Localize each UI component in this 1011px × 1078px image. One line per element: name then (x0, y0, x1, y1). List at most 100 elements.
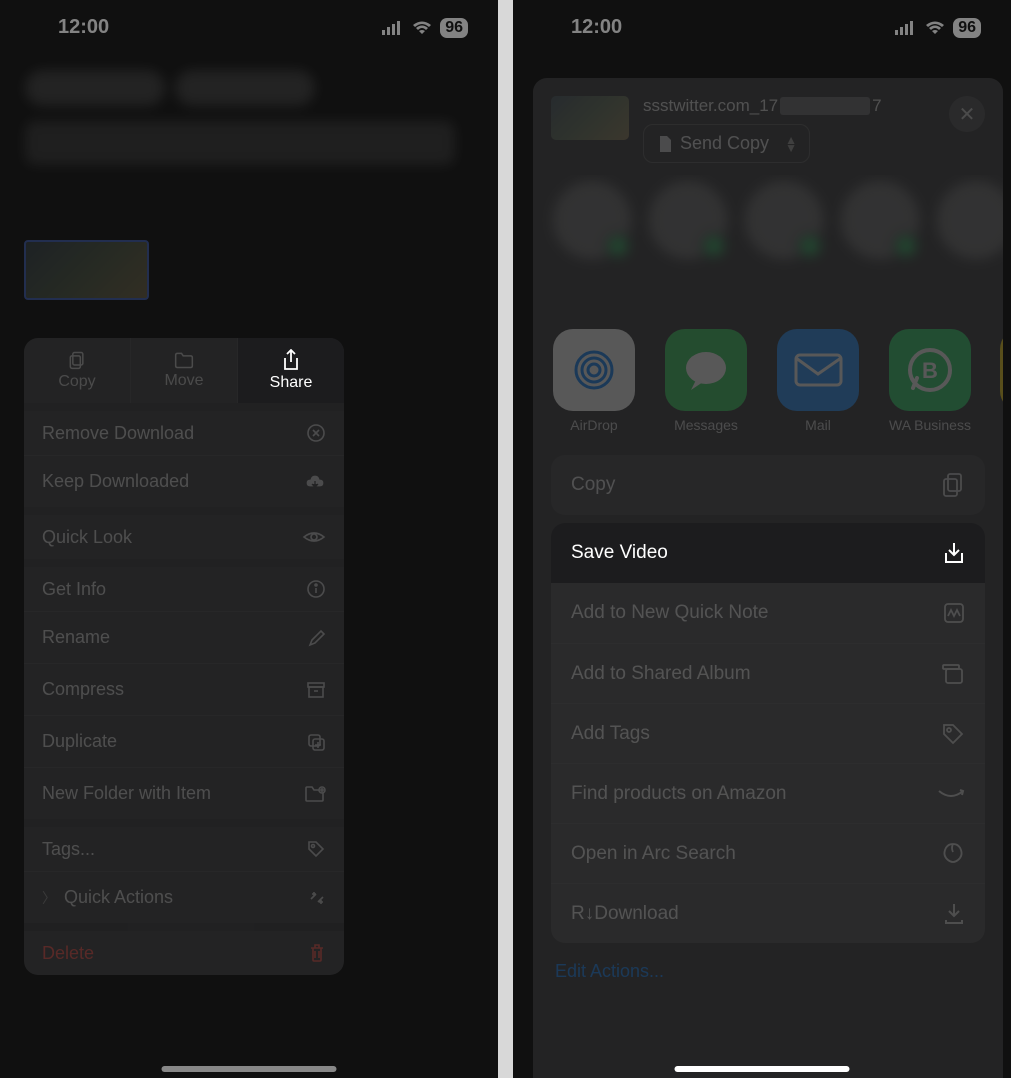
delete-label: Delete (42, 943, 94, 964)
airdrop-app[interactable]: AirDrop (553, 329, 635, 433)
contact-item[interactable] (553, 181, 631, 325)
rename-label: Rename (42, 627, 110, 648)
share-filename: ssstwitter.com_17 7 (643, 96, 882, 116)
airdrop-label: AirDrop (570, 417, 617, 433)
phone-right: 12:00 96 ssstwitter.com_17 7 Send (513, 0, 1011, 1078)
share-label: Share (270, 374, 313, 392)
arc-row[interactable]: Open in Arc Search (551, 823, 985, 883)
messages-icon (665, 329, 747, 411)
contact-item[interactable] (841, 181, 919, 325)
send-copy-label: Send Copy (680, 133, 769, 154)
shared-album-row[interactable]: Add to Shared Album (551, 643, 985, 703)
save-video-icon (943, 541, 965, 565)
messages-label: Messages (674, 417, 738, 433)
quick-actions-row[interactable]: 〉Quick Actions (24, 871, 344, 923)
get-info-row[interactable]: Get Info (24, 559, 344, 611)
wab-label: WA Business (889, 417, 971, 433)
tag-icon (306, 839, 326, 859)
amazon-icon (937, 787, 965, 801)
rdownload-row[interactable]: R↓Download (551, 883, 985, 943)
wa-business-app[interactable]: B WA Business (889, 329, 971, 433)
mail-app[interactable]: Mail (777, 329, 859, 433)
phone-left: 12:00 96 Copy Move Sh (0, 0, 498, 1078)
svg-text:B: B (922, 358, 938, 383)
info-icon (306, 579, 326, 599)
shared-album-icon (941, 663, 965, 685)
notes-app[interactable] (1001, 329, 1003, 433)
duplicate-row[interactable]: Duplicate (24, 715, 344, 767)
status-icons: 96 (382, 18, 468, 38)
status-time: 12:00 (58, 16, 109, 39)
share-icon (282, 349, 300, 371)
tags-row[interactable]: Tags... (24, 819, 344, 871)
screenshot-divider (498, 0, 513, 1078)
status-bar: 12:00 96 (0, 0, 498, 55)
signal-icon (895, 21, 917, 35)
file-thumbnail[interactable] (24, 240, 149, 300)
send-copy-dropdown[interactable]: Send Copy ▲▼ (643, 124, 810, 163)
quick-note-row[interactable]: Add to New Quick Note (551, 583, 985, 643)
chevron-right-icon: 〉 (42, 888, 56, 908)
copy-action-row[interactable]: Copy (551, 455, 985, 515)
quick-note-label: Add to New Quick Note (571, 602, 768, 624)
copy-action[interactable]: Copy (24, 338, 131, 403)
notes-icon (1000, 329, 1003, 411)
filename-suffix: 7 (872, 96, 881, 116)
keep-downloaded-label: Keep Downloaded (42, 471, 189, 492)
shared-album-label: Add to Shared Album (571, 663, 751, 685)
context-top-actions: Copy Move Share (24, 338, 344, 403)
blurred-background (0, 55, 498, 195)
share-header: ssstwitter.com_17 7 Send Copy ▲▼ ✕ (533, 78, 1003, 175)
share-action[interactable]: Share (238, 338, 344, 403)
save-video-label: Save Video (571, 542, 668, 564)
amazon-row[interactable]: Find products on Amazon (551, 763, 985, 823)
document-icon (658, 135, 672, 153)
quick-look-label: Quick Look (42, 527, 132, 548)
status-bar: 12:00 96 (513, 0, 1011, 55)
contact-item[interactable] (745, 181, 823, 325)
context-menu: Copy Move Share Remove Download Keep Dow… (24, 338, 344, 975)
eye-icon (302, 529, 326, 545)
duplicate-label: Duplicate (42, 731, 117, 752)
archive-icon (306, 681, 326, 699)
mail-label: Mail (805, 417, 831, 433)
new-folder-row[interactable]: New Folder with Item (24, 767, 344, 819)
contact-item[interactable] (937, 181, 1003, 325)
remove-download-icon (306, 423, 326, 443)
edit-actions-link[interactable]: Edit Actions... (533, 951, 1003, 992)
trash-icon (308, 943, 326, 963)
add-tags-label: Add Tags (571, 723, 650, 745)
add-tags-row[interactable]: Add Tags (551, 703, 985, 763)
wa-business-icon: B (889, 329, 971, 411)
get-info-label: Get Info (42, 579, 106, 600)
copy-icon (941, 472, 965, 498)
download-icon (943, 902, 965, 926)
messages-app[interactable]: Messages (665, 329, 747, 433)
tags-label: Tags... (42, 839, 95, 860)
airdrop-icon (553, 329, 635, 411)
wifi-icon (925, 21, 945, 35)
battery-badge: 96 (953, 18, 981, 38)
arc-icon (941, 842, 965, 866)
close-button[interactable]: ✕ (949, 96, 985, 132)
home-indicator[interactable] (675, 1066, 850, 1072)
copy-icon (67, 350, 87, 370)
main-actions-group: Save Video Add to New Quick Note Add to … (551, 523, 985, 943)
edit-actions-label: Edit Actions... (555, 961, 664, 981)
compress-row[interactable]: Compress (24, 663, 344, 715)
save-video-row[interactable]: Save Video (551, 523, 985, 583)
remove-download-row[interactable]: Remove Download (24, 403, 344, 455)
chevron-updown-icon: ▲▼ (785, 136, 797, 152)
quick-look-row[interactable]: Quick Look (24, 507, 344, 559)
rename-row[interactable]: Rename (24, 611, 344, 663)
mail-icon (777, 329, 859, 411)
delete-row[interactable]: Delete (24, 923, 344, 975)
home-indicator[interactable] (162, 1066, 337, 1072)
keep-downloaded-row[interactable]: Keep Downloaded (24, 455, 344, 507)
compress-label: Compress (42, 679, 124, 700)
contact-item[interactable] (649, 181, 727, 325)
apps-row: AirDrop Messages Mail B WA Business (533, 325, 1003, 447)
move-label: Move (164, 372, 203, 390)
quick-note-icon (943, 602, 965, 624)
move-action[interactable]: Move (131, 338, 238, 403)
